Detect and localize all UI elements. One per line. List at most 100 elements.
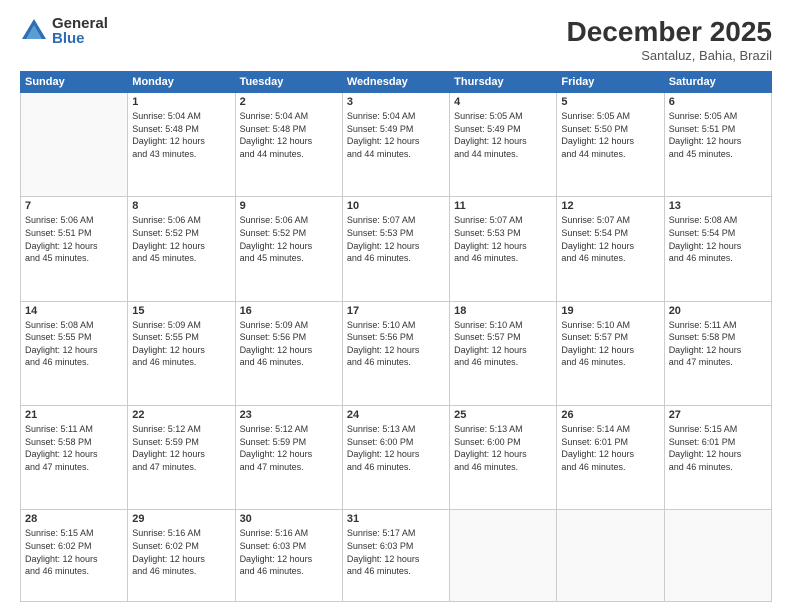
calendar-cell: 21 Sunrise: 5:11 AM Sunset: 5:58 PM Dayli… — [21, 406, 128, 510]
calendar-cell: 5 Sunrise: 5:05 AM Sunset: 5:50 PM Daylig… — [557, 93, 664, 197]
cell-info: Sunrise: 5:06 AM Sunset: 5:52 PM Dayligh… — [132, 214, 230, 264]
day-number: 3 — [347, 96, 445, 108]
calendar-day-header: Monday — [128, 72, 235, 93]
calendar-cell: 7 Sunrise: 5:06 AM Sunset: 5:51 PM Daylig… — [21, 197, 128, 301]
calendar-cell: 4Sunrise: 5:05 AM Sunset: 5:49 PM Daylig… — [450, 93, 557, 197]
cell-info: Sunrise: 5:10 AM Sunset: 5:57 PM Dayligh… — [454, 319, 552, 369]
day-number: 2 — [240, 96, 338, 108]
calendar-cell: 12Sunrise: 5:07 AM Sunset: 5:54 PM Dayli… — [557, 197, 664, 301]
calendar-cell: 26 Sunrise: 5:14 AM Sunset: 6:01 PM Dayli… — [557, 406, 664, 510]
cell-info: Sunrise: 5:07 AM Sunset: 5:54 PM Dayligh… — [561, 214, 659, 264]
title-block: December 2025 Santaluz, Bahia, Brazil — [567, 16, 772, 63]
cell-info: Sunrise: 5:09 AM Sunset: 5:56 PM Dayligh… — [240, 319, 338, 369]
page: General Blue December 2025 Santaluz, Bah… — [0, 0, 792, 612]
day-number: 19 — [561, 305, 659, 317]
cell-info: Sunrise: 5:06 AM Sunset: 5:52 PM Dayligh… — [240, 214, 338, 264]
calendar-week-row: 21 Sunrise: 5:11 AM Sunset: 5:58 PM Dayli… — [21, 406, 772, 510]
cell-info: Sunrise: 5:07 AM Sunset: 5:53 PM Dayligh… — [347, 214, 445, 264]
day-number: 26 — [561, 409, 659, 421]
calendar-day-header: Thursday — [450, 72, 557, 93]
cell-info: Sunrise: 5:08 AM Sunset: 5:54 PM Dayligh… — [669, 214, 767, 264]
location-subtitle: Santaluz, Bahia, Brazil — [567, 48, 772, 63]
day-number: 9 — [240, 200, 338, 212]
calendar-cell — [557, 510, 664, 602]
logo-general: General — [52, 16, 108, 31]
day-number: 4 — [454, 96, 552, 108]
cell-info: Sunrise: 5:09 AM Sunset: 5:55 PM Dayligh… — [132, 319, 230, 369]
calendar-cell: 24 Sunrise: 5:13 AM Sunset: 6:00 PM Dayli… — [342, 406, 449, 510]
cell-info: Sunrise: 5:15 AM Sunset: 6:01 PM Dayligh… — [669, 423, 767, 473]
calendar-cell: 3 Sunrise: 5:04 AM Sunset: 5:49 PM Daylig… — [342, 93, 449, 197]
calendar-cell: 15 Sunrise: 5:09 AM Sunset: 5:55 PM Dayli… — [128, 301, 235, 405]
day-number: 18 — [454, 305, 552, 317]
cell-info: Sunrise: 5:07 AM Sunset: 5:53 PM Dayligh… — [454, 214, 552, 264]
calendar-cell: 18 Sunrise: 5:10 AM Sunset: 5:57 PM Dayli… — [450, 301, 557, 405]
calendar-cell: 9 Sunrise: 5:06 AM Sunset: 5:52 PM Daylig… — [235, 197, 342, 301]
calendar-header-row: SundayMondayTuesdayWednesdayThursdayFrid… — [21, 72, 772, 93]
calendar-cell: 8 Sunrise: 5:06 AM Sunset: 5:52 PM Daylig… — [128, 197, 235, 301]
cell-info: Sunrise: 5:15 AM Sunset: 6:02 PM Dayligh… — [25, 527, 123, 577]
day-number: 15 — [132, 305, 230, 317]
day-number: 23 — [240, 409, 338, 421]
day-number: 21 — [25, 409, 123, 421]
month-title: December 2025 — [567, 16, 772, 48]
day-number: 27 — [669, 409, 767, 421]
calendar-cell: 19Sunrise: 5:10 AM Sunset: 5:57 PM Dayli… — [557, 301, 664, 405]
day-number: 22 — [132, 409, 230, 421]
day-number: 5 — [561, 96, 659, 108]
calendar-week-row: 14Sunrise: 5:08 AM Sunset: 5:55 PM Dayli… — [21, 301, 772, 405]
day-number: 7 — [25, 200, 123, 212]
day-number: 8 — [132, 200, 230, 212]
day-number: 29 — [132, 513, 230, 525]
cell-info: Sunrise: 5:11 AM Sunset: 5:58 PM Dayligh… — [669, 319, 767, 369]
calendar-week-row: 7 Sunrise: 5:06 AM Sunset: 5:51 PM Daylig… — [21, 197, 772, 301]
cell-info: Sunrise: 5:10 AM Sunset: 5:56 PM Dayligh… — [347, 319, 445, 369]
calendar-cell — [450, 510, 557, 602]
calendar-cell — [21, 93, 128, 197]
cell-info: Sunrise: 5:05 AM Sunset: 5:50 PM Dayligh… — [561, 110, 659, 160]
cell-info: Sunrise: 5:12 AM Sunset: 5:59 PM Dayligh… — [240, 423, 338, 473]
day-number: 17 — [347, 305, 445, 317]
calendar-cell: 10Sunrise: 5:07 AM Sunset: 5:53 PM Dayli… — [342, 197, 449, 301]
calendar-cell: 20 Sunrise: 5:11 AM Sunset: 5:58 PM Dayli… — [664, 301, 771, 405]
calendar-cell — [664, 510, 771, 602]
day-number: 28 — [25, 513, 123, 525]
cell-info: Sunrise: 5:12 AM Sunset: 5:59 PM Dayligh… — [132, 423, 230, 473]
calendar-table: SundayMondayTuesdayWednesdayThursdayFrid… — [20, 71, 772, 602]
calendar-cell: 1Sunrise: 5:04 AM Sunset: 5:48 PM Daylig… — [128, 93, 235, 197]
day-number: 25 — [454, 409, 552, 421]
logo-text: General Blue — [52, 16, 108, 46]
day-number: 31 — [347, 513, 445, 525]
calendar-cell: 14Sunrise: 5:08 AM Sunset: 5:55 PM Dayli… — [21, 301, 128, 405]
header: General Blue December 2025 Santaluz, Bah… — [20, 16, 772, 63]
calendar-day-header: Saturday — [664, 72, 771, 93]
calendar-cell: 29Sunrise: 5:16 AM Sunset: 6:02 PM Dayli… — [128, 510, 235, 602]
logo: General Blue — [20, 16, 108, 46]
calendar-cell: 22 Sunrise: 5:12 AM Sunset: 5:59 PM Dayli… — [128, 406, 235, 510]
day-number: 24 — [347, 409, 445, 421]
day-number: 13 — [669, 200, 767, 212]
calendar-cell: 2Sunrise: 5:04 AM Sunset: 5:48 PM Daylig… — [235, 93, 342, 197]
calendar-cell: 27 Sunrise: 5:15 AM Sunset: 6:01 PM Dayli… — [664, 406, 771, 510]
logo-icon — [20, 17, 48, 45]
calendar-cell: 31 Sunrise: 5:17 AM Sunset: 6:03 PM Dayli… — [342, 510, 449, 602]
cell-info: Sunrise: 5:14 AM Sunset: 6:01 PM Dayligh… — [561, 423, 659, 473]
calendar-cell: 13 Sunrise: 5:08 AM Sunset: 5:54 PM Dayli… — [664, 197, 771, 301]
day-number: 11 — [454, 200, 552, 212]
day-number: 20 — [669, 305, 767, 317]
calendar-week-row: 28 Sunrise: 5:15 AM Sunset: 6:02 PM Dayli… — [21, 510, 772, 602]
calendar-day-header: Sunday — [21, 72, 128, 93]
calendar-day-header: Friday — [557, 72, 664, 93]
calendar-week-row: 1Sunrise: 5:04 AM Sunset: 5:48 PM Daylig… — [21, 93, 772, 197]
day-number: 14 — [25, 305, 123, 317]
cell-info: Sunrise: 5:04 AM Sunset: 5:49 PM Dayligh… — [347, 110, 445, 160]
cell-info: Sunrise: 5:05 AM Sunset: 5:51 PM Dayligh… — [669, 110, 767, 160]
cell-info: Sunrise: 5:13 AM Sunset: 6:00 PM Dayligh… — [347, 423, 445, 473]
cell-info: Sunrise: 5:11 AM Sunset: 5:58 PM Dayligh… — [25, 423, 123, 473]
day-number: 30 — [240, 513, 338, 525]
calendar-cell: 6Sunrise: 5:05 AM Sunset: 5:51 PM Daylig… — [664, 93, 771, 197]
day-number: 16 — [240, 305, 338, 317]
cell-info: Sunrise: 5:06 AM Sunset: 5:51 PM Dayligh… — [25, 214, 123, 264]
day-number: 1 — [132, 96, 230, 108]
cell-info: Sunrise: 5:17 AM Sunset: 6:03 PM Dayligh… — [347, 527, 445, 577]
